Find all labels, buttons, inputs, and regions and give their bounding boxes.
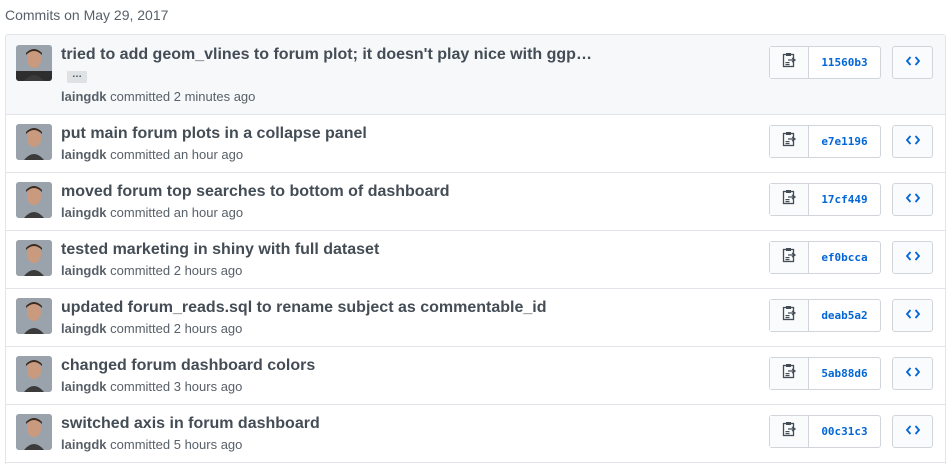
copy-sha-button[interactable] <box>770 184 809 215</box>
copy-sha-button[interactable] <box>770 358 809 389</box>
commit-verb: committed <box>110 437 171 452</box>
author-link[interactable]: laingdk <box>61 89 107 104</box>
sha-button-group: 5ab88d6 <box>769 357 881 390</box>
avatar[interactable] <box>16 124 52 160</box>
avatar[interactable] <box>16 45 52 81</box>
commit-message-link[interactable]: tested marketing in shiny with full data… <box>61 240 379 260</box>
clipboard-icon <box>782 189 797 210</box>
sha-link[interactable]: deab5a2 <box>809 300 880 331</box>
sha-button-group: 11560b3 <box>769 46 881 79</box>
commit-time: 2 hours ago <box>173 263 243 278</box>
clipboard-icon <box>782 305 797 326</box>
commit-meta: laingdk committed 2 hours ago <box>61 263 242 279</box>
sha-link[interactable]: 17cf449 <box>809 184 880 215</box>
author-link[interactable]: laingdk <box>61 147 107 162</box>
commit-time: an hour ago <box>173 147 244 162</box>
commit-verb: committed <box>110 321 171 336</box>
avatar[interactable] <box>16 414 52 450</box>
sha-button-group: ef0bcca <box>769 241 881 274</box>
author-link[interactable]: laingdk <box>61 437 107 452</box>
sha-button-group: 00c31c3 <box>769 415 881 448</box>
code-icon <box>905 191 920 209</box>
sha-link[interactable]: 00c31c3 <box>809 416 880 447</box>
commit-row: moved forum top searches to bottom of da… <box>6 173 945 231</box>
avatar[interactable] <box>16 240 52 276</box>
commit-meta: laingdk committed an hour ago <box>61 205 243 221</box>
commit-row: tested marketing in shiny with full data… <box>6 231 945 289</box>
commit-time: 5 hours ago <box>173 437 243 452</box>
browse-repo-button[interactable] <box>892 183 933 216</box>
sha-button-group: 17cf449 <box>769 183 881 216</box>
browse-repo-button[interactable] <box>892 415 933 448</box>
sha-link[interactable]: 11560b3 <box>809 47 880 78</box>
commit-meta: laingdk committed 2 hours ago <box>61 321 242 337</box>
browse-repo-button[interactable] <box>892 125 933 158</box>
author-link[interactable]: laingdk <box>61 205 107 220</box>
commit-time: 2 hours ago <box>173 321 243 336</box>
commit-meta: laingdk committed 2 minutes ago <box>61 89 255 105</box>
copy-sha-button[interactable] <box>770 300 809 331</box>
clipboard-icon <box>782 421 797 442</box>
commit-row: put main forum plots in a collapse panel… <box>6 115 945 173</box>
commit-message-link[interactable]: updated forum_reads.sql to rename subjec… <box>61 298 546 318</box>
commit-verb: committed <box>110 205 171 220</box>
copy-sha-button[interactable] <box>770 126 809 157</box>
commit-verb: committed <box>110 379 171 394</box>
code-icon <box>905 365 920 383</box>
commit-message-link[interactable]: changed forum dashboard colors <box>61 356 315 376</box>
commit-meta: laingdk committed 5 hours ago <box>61 437 242 453</box>
copy-sha-button[interactable] <box>770 416 809 447</box>
sha-link[interactable]: e7e1196 <box>809 126 880 157</box>
commit-message-link[interactable]: tried to add geom_vlines to forum plot; … <box>61 45 592 65</box>
commit-row: switched axis in forum dashboard laingdk… <box>6 405 945 463</box>
commit-time: 3 hours ago <box>173 379 243 394</box>
sha-button-group: e7e1196 <box>769 125 881 158</box>
code-icon <box>905 307 920 325</box>
commit-verb: committed <box>110 147 171 162</box>
code-icon <box>905 249 920 267</box>
commit-list: tried to add geom_vlines to forum plot; … <box>5 34 946 464</box>
commit-verb: committed <box>110 263 171 278</box>
clipboard-icon <box>782 363 797 384</box>
browse-repo-button[interactable] <box>892 46 933 79</box>
commit-row: changed forum dashboard colors laingdk c… <box>6 347 945 405</box>
avatar[interactable] <box>16 182 52 218</box>
code-icon <box>905 423 920 441</box>
code-icon <box>905 54 920 72</box>
author-link[interactable]: laingdk <box>61 321 107 336</box>
commit-row: tried to add geom_vlines to forum plot; … <box>6 35 945 115</box>
clipboard-icon <box>782 131 797 152</box>
commit-row: updated forum_reads.sql to rename subjec… <box>6 289 945 347</box>
commit-meta: laingdk committed an hour ago <box>61 147 243 163</box>
sha-link[interactable]: 5ab88d6 <box>809 358 880 389</box>
commit-verb: committed <box>110 89 171 104</box>
commit-message-link[interactable]: put main forum plots in a collapse panel <box>61 124 367 144</box>
author-link[interactable]: laingdk <box>61 379 107 394</box>
sha-button-group: deab5a2 <box>769 299 881 332</box>
commit-message-link[interactable]: moved forum top searches to bottom of da… <box>61 182 449 202</box>
sha-link[interactable]: ef0bcca <box>809 242 880 273</box>
browse-repo-button[interactable] <box>892 357 933 390</box>
commit-group-title: Commits on May 29, 2017 <box>5 7 169 23</box>
commit-meta: laingdk committed 3 hours ago <box>61 379 242 395</box>
browse-repo-button[interactable] <box>892 241 933 274</box>
copy-sha-button[interactable] <box>770 47 809 78</box>
avatar[interactable] <box>16 356 52 392</box>
avatar[interactable] <box>16 298 52 334</box>
commit-message-link[interactable]: switched axis in forum dashboard <box>61 414 320 434</box>
expand-message-button[interactable]: … <box>67 70 87 83</box>
author-link[interactable]: laingdk <box>61 263 107 278</box>
clipboard-icon <box>782 52 797 73</box>
commit-time: an hour ago <box>173 205 244 220</box>
commit-time: 2 minutes ago <box>173 89 256 104</box>
browse-repo-button[interactable] <box>892 299 933 332</box>
clipboard-icon <box>782 247 797 268</box>
code-icon <box>905 133 920 151</box>
copy-sha-button[interactable] <box>770 242 809 273</box>
